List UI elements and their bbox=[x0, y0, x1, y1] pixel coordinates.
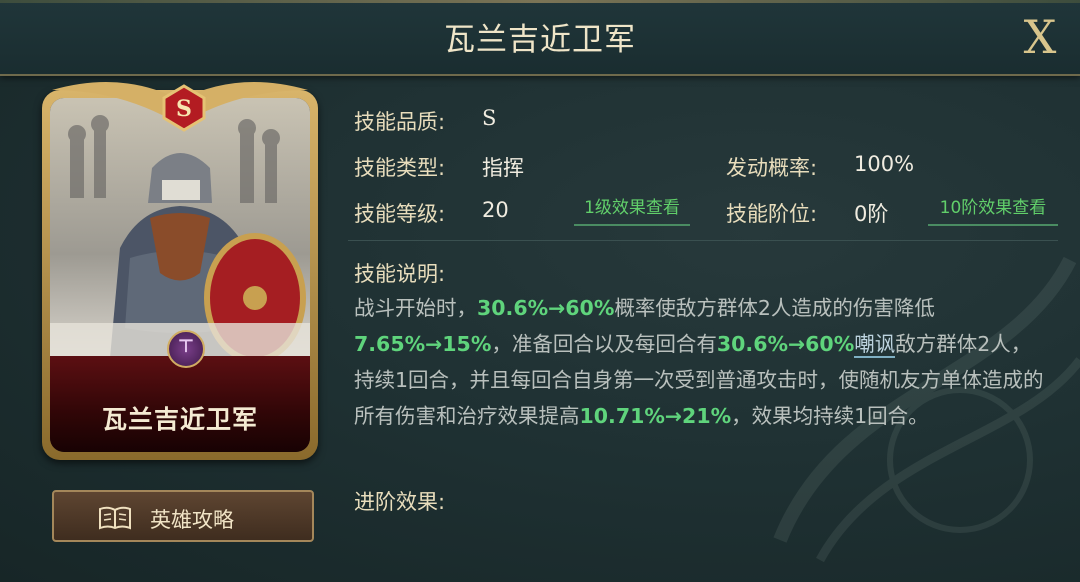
skill-description-text: 战斗开始时，30.6%→60%概率使敌方群体2人造成的伤害降低7.65%→15%… bbox=[354, 290, 1044, 434]
desc-text-5: ，效果均持续1回合。 bbox=[731, 404, 929, 428]
desc-highlight-3: 30.6%→60% bbox=[716, 332, 855, 356]
hero-card: 瓦兰吉近卫军 bbox=[42, 90, 318, 460]
skill-type-label: 技能类型: bbox=[354, 156, 446, 180]
skill-detail-window: 瓦兰吉近卫军 X 瓦兰吉近卫军 S ⊤ 英雄攻略 技能品质: S 技能类型: 指… bbox=[0, 0, 1080, 582]
window-title: 瓦兰吉近卫军 bbox=[444, 22, 636, 58]
hero-name: 瓦兰吉近卫军 bbox=[101, 405, 258, 434]
skill-description-label: 技能说明: bbox=[354, 262, 446, 286]
trigger-chance-label: 发动概率: bbox=[726, 156, 818, 180]
skill-quality-value: S bbox=[482, 106, 497, 130]
desc-highlight-2: 7.65%→15% bbox=[354, 332, 492, 356]
grade-badge: S bbox=[162, 84, 206, 132]
troop-class-glyph: ⊤ bbox=[177, 336, 195, 357]
hero-card-frame: 瓦兰吉近卫军 bbox=[50, 98, 310, 452]
skill-level-label: 技能等级: bbox=[354, 202, 446, 226]
taunt-keyword-link[interactable]: 嘲讽 bbox=[854, 332, 896, 358]
skill-quality-label: 技能品质: bbox=[354, 110, 446, 134]
hero-guide-button[interactable]: 英雄攻略 bbox=[52, 490, 314, 542]
desc-text-1: 战斗开始时， bbox=[354, 296, 477, 320]
hero-guide-label: 英雄攻略 bbox=[150, 508, 234, 532]
trigger-chance-value: 100% bbox=[854, 152, 915, 176]
section-divider bbox=[348, 240, 1058, 241]
book-icon bbox=[99, 506, 131, 530]
level-1-effect-link[interactable]: 1级效果查看 bbox=[574, 194, 690, 226]
skill-rank-label: 技能阶位: bbox=[726, 202, 818, 226]
skill-level-value: 20 bbox=[482, 198, 509, 222]
close-button[interactable]: X bbox=[1014, 10, 1066, 64]
hero-portrait bbox=[50, 98, 310, 358]
desc-highlight-1: 30.6%→60% bbox=[477, 296, 615, 320]
skill-rank-value: 0阶 bbox=[854, 202, 889, 226]
header-trim bbox=[0, 0, 1080, 3]
rank-10-effect-link[interactable]: 10阶效果查看 bbox=[928, 194, 1058, 226]
grade-letter: S bbox=[176, 96, 192, 122]
troop-class-icon: ⊤ bbox=[167, 330, 205, 368]
desc-text-2: 概率使敌方群体2人造成的伤害降低 bbox=[614, 296, 935, 320]
desc-highlight-4: 10.71%→21% bbox=[579, 404, 732, 428]
desc-text-3: ，准备回合以及每回合有 bbox=[491, 332, 717, 356]
advance-effect-label: 进阶效果: bbox=[354, 490, 446, 514]
title-bar: 瓦兰吉近卫军 X bbox=[0, 0, 1080, 76]
skill-type-value: 指挥 bbox=[482, 156, 524, 180]
